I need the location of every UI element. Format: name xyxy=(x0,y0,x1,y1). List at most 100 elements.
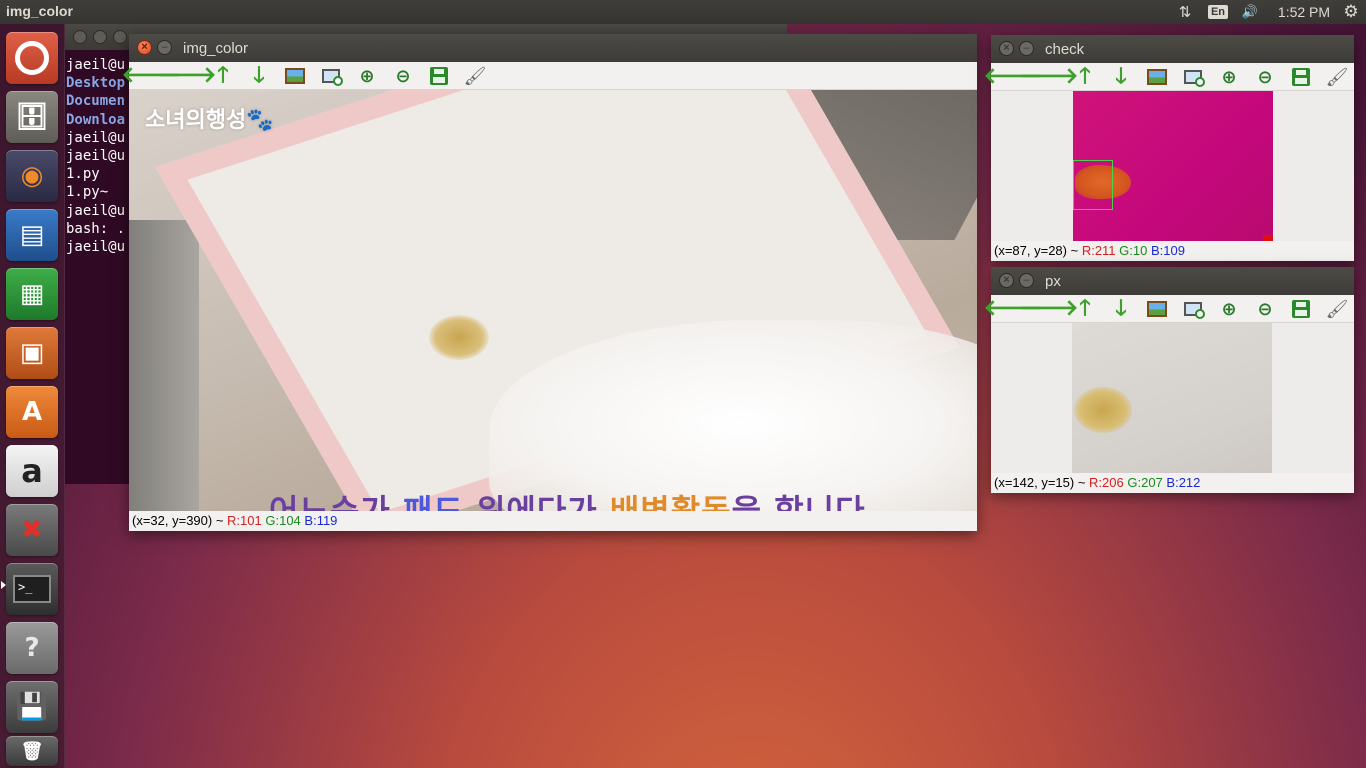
save-icon[interactable] xyxy=(1287,65,1315,89)
status-green: G:104 xyxy=(265,513,301,528)
minimize-icon[interactable]: – xyxy=(157,40,172,55)
img-color-window[interactable]: × – img_color 🡐 🡒 🡑 🡓 ⊕ ⊖ 🖌 소녀의행성🐾 어느순가 패드 위에다… xyxy=(122,34,977,531)
zoom-out-glyph: ⊖ xyxy=(1257,298,1273,319)
impress-icon[interactable]: ▣ xyxy=(6,327,58,379)
right-arrow-glyph: 🡒 xyxy=(157,63,217,88)
brush-icon[interactable]: 🖌 xyxy=(461,64,489,88)
video-watermark: 소녀의행성🐾 xyxy=(145,108,274,133)
terminal-icon[interactable]: >_ xyxy=(6,563,58,615)
keyboard-layout-indicator[interactable]: En xyxy=(1207,2,1229,22)
check-titlebar[interactable]: × – check xyxy=(991,35,1354,63)
floppy-icon[interactable]: 💾 xyxy=(6,681,58,733)
picture-icon[interactable] xyxy=(281,64,309,88)
amazon-icon[interactable]: a xyxy=(6,445,58,497)
mask-image-canvas[interactable] xyxy=(1073,91,1273,241)
zoom-in-icon[interactable]: ⊕ xyxy=(1215,297,1243,321)
zoom-fit-glyph xyxy=(322,69,343,86)
minimize-icon[interactable]: – xyxy=(1019,273,1034,288)
px-window[interactable]: × – px 🡐 🡒 🡑 🡓 ⊕ ⊖ 🖌 (x=142, y=15) ~ R:206 G:2… xyxy=(984,267,1354,493)
brush-glyph: 🖌 xyxy=(1325,66,1349,87)
subtitle-part: 어느순가 xyxy=(269,492,403,511)
up-arrow-icon[interactable]: 🡑 xyxy=(209,64,237,88)
zoom-in-icon[interactable]: ⊕ xyxy=(1215,65,1243,89)
file-cabinet-icon[interactable]: 🗄 xyxy=(6,91,58,143)
window-title: check xyxy=(1045,41,1085,58)
trash-icon[interactable]: 🗑 xyxy=(6,736,58,766)
right-arrow-icon[interactable]: 🡒 xyxy=(1020,297,1079,321)
image-rug-region xyxy=(129,220,199,511)
zoom-out-icon[interactable]: ⊖ xyxy=(1251,297,1279,321)
down-arrow-icon[interactable]: 🡓 xyxy=(1107,297,1135,321)
right-arrow-icon[interactable]: 🡒 xyxy=(1020,65,1079,89)
software-glyph: A xyxy=(21,397,43,427)
brush-glyph: 🖌 xyxy=(463,65,487,86)
brush-glyph: 🖌 xyxy=(1325,298,1349,319)
status-green: G:10 xyxy=(1119,243,1148,258)
down-arrow-icon[interactable]: 🡓 xyxy=(245,64,273,88)
zoom-in-icon[interactable]: ⊕ xyxy=(353,64,381,88)
firefox-icon[interactable]: ◉ xyxy=(6,150,58,202)
picture-icon[interactable] xyxy=(1143,65,1171,89)
save-icon[interactable] xyxy=(425,64,453,88)
help-icon[interactable]: ? xyxy=(6,622,58,674)
zoom-out-icon[interactable]: ⊖ xyxy=(389,64,417,88)
right-arrow-glyph: 🡒 xyxy=(1019,296,1079,321)
status-red: R:211 xyxy=(1081,243,1116,258)
clock[interactable]: 1:52 PM xyxy=(1274,2,1334,22)
terminal-glyph: >_ xyxy=(13,575,51,603)
brush-icon[interactable]: 🖌 xyxy=(1323,297,1351,321)
save-icon[interactable] xyxy=(1287,297,1315,321)
zoom-in-glyph: ⊕ xyxy=(359,65,375,86)
down-arrow-glyph: 🡓 xyxy=(1115,296,1127,321)
check-window[interactable]: × – check 🡐 🡒 🡑 🡓 ⊕ ⊖ 🖌 (x=87, y=28) ~ R:211 G… xyxy=(984,35,1354,261)
zoom-out-icon[interactable]: ⊖ xyxy=(1251,65,1279,89)
zoom-fit-icon[interactable] xyxy=(317,64,345,88)
settings-wrench-icon[interactable]: ✖ xyxy=(6,504,58,556)
software-bag-icon[interactable]: A xyxy=(6,386,58,438)
image-stain-region xyxy=(1074,387,1132,433)
down-arrow-glyph: 🡓 xyxy=(253,63,265,88)
terminal-close-button[interactable] xyxy=(73,30,87,44)
network-updown-icon[interactable]: ⇅ xyxy=(1174,2,1196,22)
brush-icon[interactable]: 🖌 xyxy=(1323,65,1351,89)
calc-icon[interactable]: ▦ xyxy=(6,268,58,320)
firefox-glyph: ◉ xyxy=(20,161,44,191)
launcher: 🗄 ◉ ▤ ▦ ▣ A a ✖ >_ ? 💾 🗑 xyxy=(0,24,65,768)
zoom-out-glyph: ⊖ xyxy=(395,65,411,86)
image-toolbar: 🡐 🡒 🡑 🡓 ⊕ ⊖ 🖌 xyxy=(984,63,1354,91)
terminal-minimize-button[interactable] xyxy=(93,30,107,44)
image-stain-region xyxy=(429,315,489,360)
right-arrow-icon[interactable]: 🡒 xyxy=(158,64,217,88)
ubuntu-logo-icon[interactable] xyxy=(6,32,58,84)
minimize-icon[interactable]: – xyxy=(1019,41,1034,56)
down-arrow-icon[interactable]: 🡓 xyxy=(1107,65,1135,89)
close-icon[interactable]: × xyxy=(999,41,1014,56)
px-titlebar[interactable]: × – px xyxy=(991,267,1354,295)
image-toolbar: 🡐 🡒 🡑 🡓 ⊕ ⊖ 🖌 xyxy=(984,295,1354,323)
gear-icon[interactable]: ⚙ xyxy=(1340,2,1362,22)
up-arrow-icon[interactable]: 🡑 xyxy=(1071,65,1099,89)
window-title: img_color xyxy=(183,40,249,57)
status-blue: B:119 xyxy=(304,513,338,528)
file-cabinet-glyph: 🗄 xyxy=(15,102,49,132)
close-icon[interactable]: × xyxy=(137,40,152,55)
picture-glyph xyxy=(1147,69,1167,85)
up-arrow-icon[interactable]: 🡑 xyxy=(1071,297,1099,321)
picture-glyph xyxy=(285,68,305,84)
image-canvas[interactable]: 소녀의행성🐾 어느순가 패드 위에다가 배변활동을 합니다 xyxy=(129,90,977,511)
img-color-titlebar[interactable]: × – img_color xyxy=(129,34,977,62)
zoom-fit-icon[interactable] xyxy=(1179,65,1207,89)
zoom-in-glyph: ⊕ xyxy=(1221,298,1237,319)
status-coords: (x=87, y=28) ~ xyxy=(994,243,1082,258)
writer-icon[interactable]: ▤ xyxy=(6,209,58,261)
terminal-maximize-button[interactable] xyxy=(113,30,127,44)
up-arrow-glyph: 🡑 xyxy=(1079,64,1091,89)
close-icon[interactable]: × xyxy=(999,273,1014,288)
crop-image-canvas[interactable] xyxy=(1072,323,1272,473)
volume-icon[interactable]: 🔊 xyxy=(1238,2,1262,22)
status-coords: (x=142, y=15) ~ xyxy=(994,475,1090,490)
up-arrow-glyph: 🡑 xyxy=(1079,296,1091,321)
zoom-fit-icon[interactable] xyxy=(1179,297,1207,321)
right-arrow-glyph: 🡒 xyxy=(1019,64,1079,89)
picture-icon[interactable] xyxy=(1143,297,1171,321)
